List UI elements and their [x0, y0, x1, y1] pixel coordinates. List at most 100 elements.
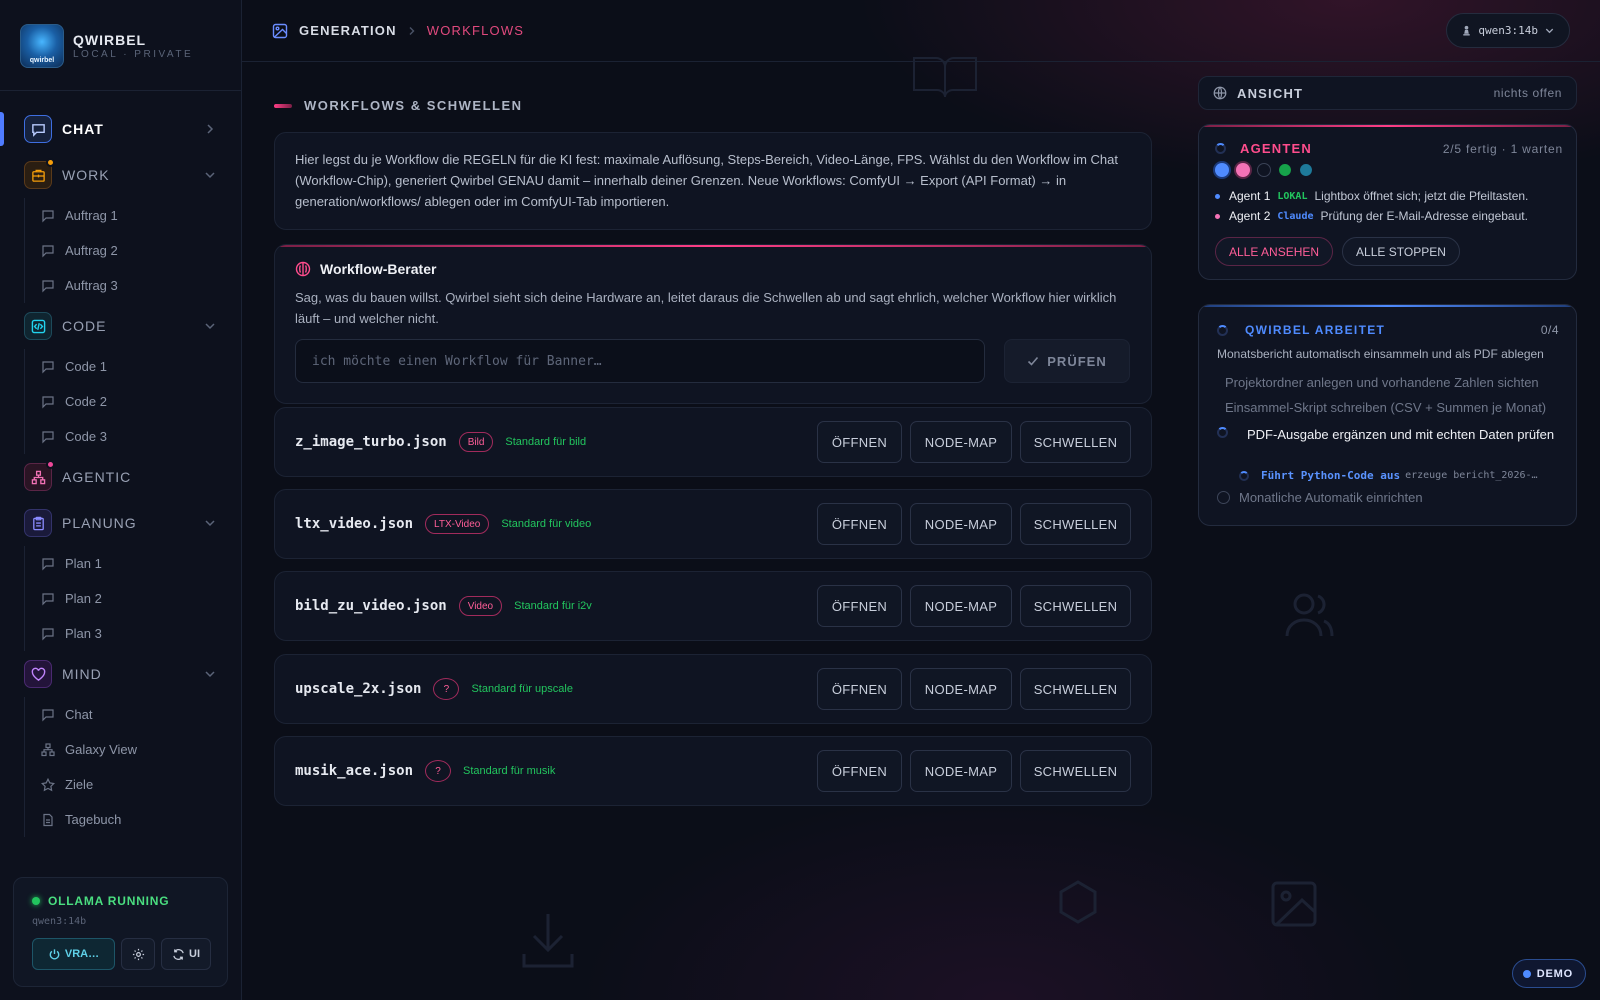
loading-spinner-icon — [1217, 427, 1228, 438]
node-map-button[interactable]: NODE-MAP — [910, 503, 1012, 545]
users-icon — [1285, 593, 1334, 637]
agent-status-dot[interactable] — [1215, 163, 1229, 177]
chess-pawn-icon — [1463, 25, 1471, 36]
agent-bullet — [1215, 213, 1220, 219]
view-bar[interactable]: ANSICHT nichts offen — [1198, 76, 1577, 110]
agent-status-dots — [1215, 163, 1313, 177]
thresholds-button[interactable]: SCHWELLEN — [1020, 585, 1131, 627]
sidebar-item-code-1[interactable]: Code 1 — [25, 349, 242, 384]
sidebar-item-code-3[interactable]: Code 3 — [25, 419, 242, 454]
open-button[interactable]: ÖFFNEN — [817, 421, 902, 463]
sidebar-item-plan-3[interactable]: Plan 3 — [25, 616, 242, 651]
sidebar-item-auftrag-2[interactable]: Auftrag 2 — [25, 233, 242, 268]
agent-status-dot[interactable] — [1279, 164, 1291, 176]
sidebar-item-galaxy-view[interactable]: Galaxy View — [25, 732, 242, 767]
node-map-button[interactable]: NODE-MAP — [910, 750, 1012, 792]
notification-dot — [46, 158, 55, 167]
reload-ui-label: UI — [189, 948, 200, 960]
vram-power-button[interactable]: VRA… — [32, 938, 115, 970]
sidebar-item-code-2[interactable]: Code 2 — [25, 384, 242, 419]
check-button[interactable]: PRÜFEN — [1004, 339, 1130, 383]
sidebar-item-label: Plan 1 — [65, 556, 102, 571]
sidebar-subitems-code: Code 1 Code 2 Code 3 — [24, 349, 242, 454]
agent-model-tag: LOKAL — [1277, 190, 1308, 202]
chevron-down-icon[interactable] — [204, 668, 216, 680]
open-button[interactable]: ÖFFNEN — [817, 750, 902, 792]
sidebar-item-auftrag-3[interactable]: Auftrag 3 — [25, 268, 242, 303]
sidebar-section-chat[interactable]: CHAT — [0, 106, 242, 152]
image-icon — [1271, 881, 1317, 927]
status-model: qwen3:14b — [32, 916, 87, 927]
sidebar-item-tagebuch[interactable]: Tagebuch — [25, 802, 242, 837]
sidebar-section-work[interactable]: WORK — [0, 152, 242, 198]
sidebar-item-label: Code 3 — [65, 429, 107, 444]
agent-line[interactable]: Agent 2 Claude Prüfung der E-Mail-Adress… — [1215, 209, 1528, 223]
document-icon — [43, 813, 53, 826]
view-all-agents-button[interactable]: ALLE ANSEHEN — [1215, 237, 1334, 266]
sidebar-item-ziele[interactable]: Ziele — [25, 767, 242, 802]
sidebar-item-plan-1[interactable]: Plan 1 — [25, 546, 242, 581]
brand[interactable]: qwirbel QWIRBEL LOCAL · PRIVATE — [20, 24, 193, 68]
chevron-right-icon[interactable] — [204, 123, 216, 135]
sidebar-section-label: PLANUNG — [62, 515, 137, 531]
workflow-type-badge: ? — [425, 760, 452, 782]
sidebar-section-planung[interactable]: PLANUNG — [0, 500, 242, 546]
workflow-file-name: musik_ace.json — [295, 763, 414, 779]
thresholds-button[interactable]: SCHWELLEN — [1020, 503, 1131, 545]
loading-spinner-icon — [1239, 470, 1249, 481]
thresholds-button[interactable]: SCHWELLEN — [1020, 668, 1131, 710]
sidebar-nav: CHAT WORK Auftrag 1 Auftrag 2 Auftrag 3 … — [0, 106, 242, 837]
open-button[interactable]: ÖFFNEN — [817, 668, 902, 710]
brand-name: QWIRBEL — [73, 32, 147, 48]
agent-status-dot[interactable] — [1257, 163, 1271, 177]
chevron-right-icon — [409, 26, 415, 35]
thresholds-button[interactable]: SCHWELLEN — [1020, 421, 1131, 463]
sidebar-section-agentic[interactable]: AGENTIC — [0, 454, 242, 500]
sidebar-item-label: Tagebuch — [65, 812, 122, 827]
chat-icon — [24, 115, 52, 143]
sidebar-subitems-planung: Plan 1 Plan 2 Plan 3 — [24, 546, 242, 651]
workflow-standard-label: Standard für i2v — [514, 600, 592, 612]
chevron-down-icon[interactable] — [204, 320, 216, 332]
workflow-standard-label: Standard für bild — [505, 436, 587, 448]
chevron-down-icon[interactable] — [204, 169, 216, 181]
task-sub-action-detail: erzeuge bericht_2026-… — [1405, 470, 1538, 481]
open-button[interactable]: ÖFFNEN — [817, 585, 902, 627]
advisor-input[interactable] — [295, 339, 985, 383]
workflow-file-name: upscale_2x.json — [295, 681, 422, 697]
workflow-row: upscale_2x.json ? Standard für upscale Ö… — [274, 654, 1152, 724]
demo-badge[interactable]: DEMO — [1511, 959, 1586, 988]
sidebar-item-chat[interactable]: Chat — [25, 697, 242, 732]
open-button[interactable]: ÖFFNEN — [817, 503, 902, 545]
sidebar-section-label: CODE — [62, 318, 107, 334]
notification-dot — [46, 460, 55, 469]
working-progress-count: 0/4 — [1540, 323, 1559, 337]
breadcrumb-generation[interactable]: GENERATION — [299, 23, 397, 38]
node-map-button[interactable]: NODE-MAP — [910, 421, 1012, 463]
agent-status-dot[interactable] — [1236, 163, 1250, 177]
sidebar-section-label: AGENTIC — [62, 469, 132, 485]
sidebar-item-plan-2[interactable]: Plan 2 — [25, 581, 242, 616]
agent-status-dot[interactable] — [1300, 164, 1312, 176]
node-map-button[interactable]: NODE-MAP — [910, 585, 1012, 627]
qwirbel-working-card: QWIRBEL ARBEITET 0/4 Monatsbericht autom… — [1198, 304, 1577, 526]
thresholds-button[interactable]: SCHWELLEN — [1020, 750, 1131, 792]
model-selector[interactable]: qwen3:14b — [1446, 13, 1570, 48]
workflow-type-badge: LTX-Video — [425, 514, 490, 534]
sidebar-section-code[interactable]: CODE — [0, 303, 242, 349]
settings-button[interactable] — [121, 938, 155, 970]
chevron-down-icon[interactable] — [204, 517, 216, 529]
sidebar-item-auftrag-1[interactable]: Auftrag 1 — [25, 198, 242, 233]
agent-model-tag: Claude — [1277, 210, 1314, 222]
ollama-status-card: OLLAMA RUNNING qwen3:14b VRA… UI — [13, 877, 228, 987]
node-map-button[interactable]: NODE-MAP — [910, 668, 1012, 710]
sidebar-item-label: Code 2 — [65, 394, 107, 409]
section-title-text: WORKFLOWS & SCHWELLEN — [304, 98, 523, 113]
reload-ui-button[interactable]: UI — [161, 938, 211, 970]
breadcrumb-workflows: WORKFLOWS — [426, 23, 525, 38]
stop-all-agents-button[interactable]: ALLE STOPPEN — [1342, 237, 1460, 266]
agent-line[interactable]: Agent 1 LOKAL Lightbox öffnet sich; jetz… — [1215, 189, 1528, 203]
workflow-row: z_image_turbo.json Bild Standard für bil… — [274, 407, 1152, 477]
sidebar-item-label: Galaxy View — [65, 742, 138, 757]
sidebar-section-mind[interactable]: MIND — [0, 651, 242, 697]
